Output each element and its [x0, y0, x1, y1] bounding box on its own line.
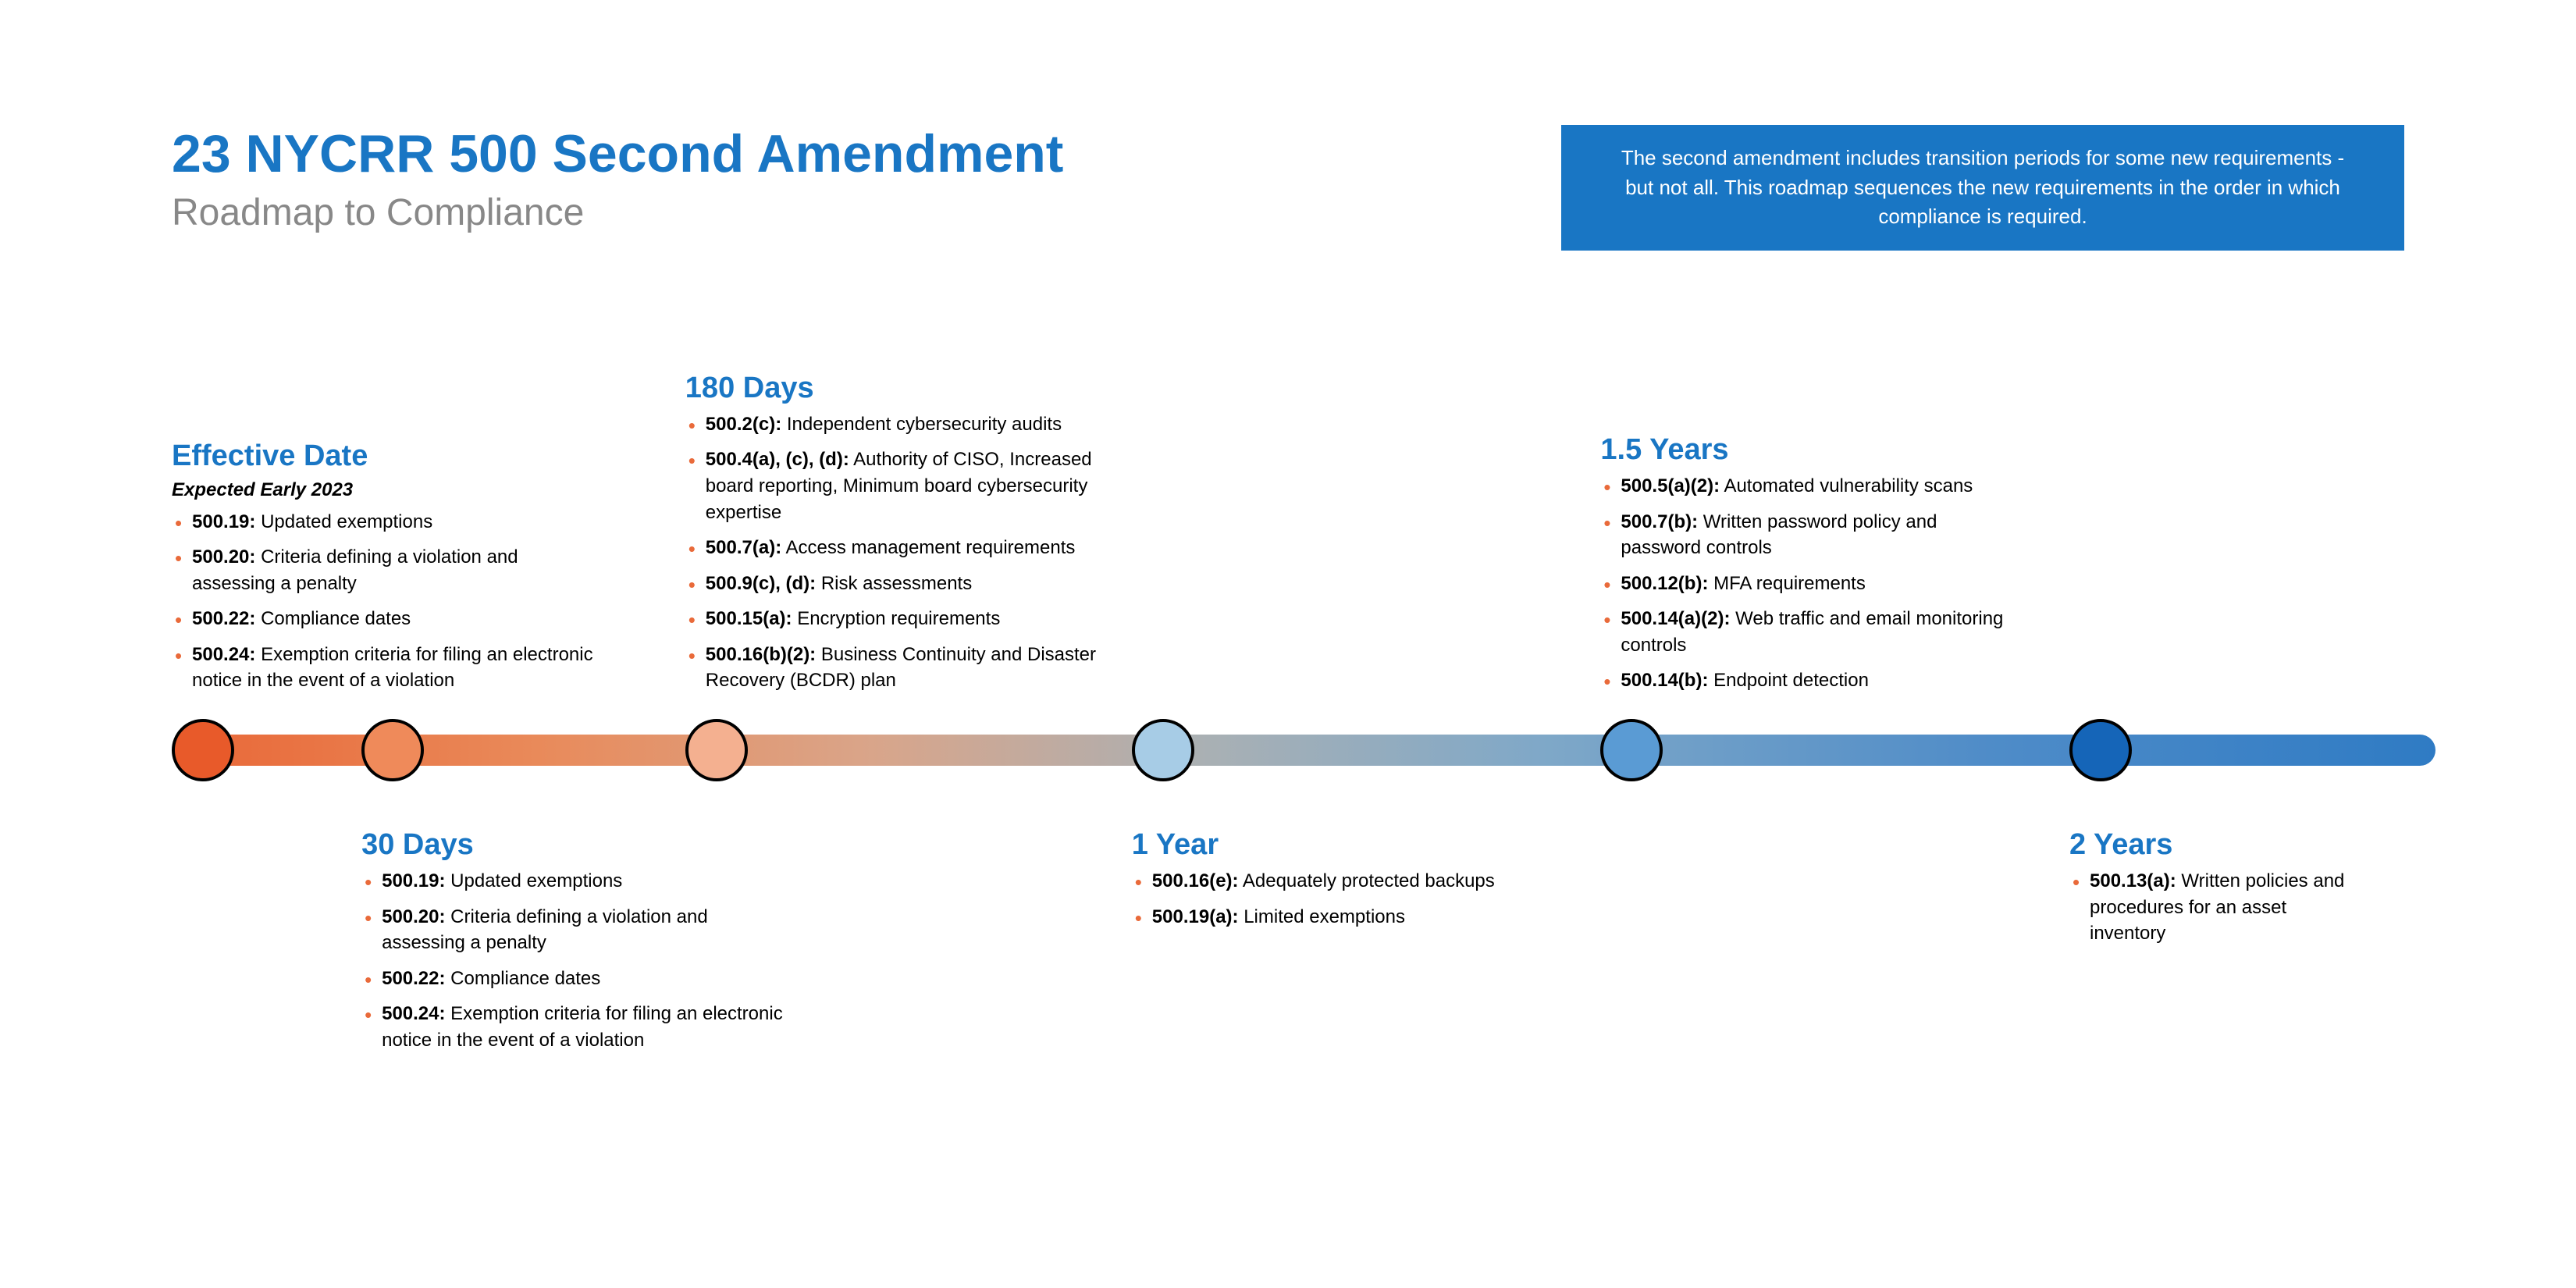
list-item: 500.14(a)(2): Web traffic and email moni… [1600, 606, 2022, 658]
list-item: 500.24: Exemption criteria for filing an… [361, 1001, 783, 1053]
item-text: Independent cybersecurity audits [781, 414, 1062, 435]
item-ref: 500.16(b)(2): [706, 644, 816, 665]
list-item: 500.5(a)(2): Automated vulnerability sca… [1600, 473, 2022, 500]
item-ref: 500.16(e): [1152, 870, 1239, 891]
item-ref: 500.20: [192, 546, 255, 568]
list-item: 500.19(a): Limited exemptions [1132, 904, 1553, 930]
item-ref: 500.20: [382, 906, 445, 927]
list-item: 500.2(c): Independent cybersecurity audi… [685, 411, 1107, 438]
item-text: Updated exemptions [255, 511, 432, 532]
item-text: Risk assessments [816, 573, 972, 594]
milestone-list: 500.13(a): Written policies and procedur… [2069, 868, 2366, 947]
list-item: 500.14(b): Endpoint detection [1600, 667, 2022, 694]
list-item: 500.7(a): Access management requirements [685, 535, 1107, 561]
list-item: 500.15(a): Encryption requirements [685, 606, 1107, 632]
milestone-list: 500.5(a)(2): Automated vulnerability sca… [1600, 473, 2022, 694]
milestone-list: 500.19: Updated exemptions 500.20: Criter… [172, 509, 593, 695]
item-ref: 500.14(b): [1621, 670, 1708, 691]
item-ref: 500.5(a)(2): [1621, 475, 1720, 496]
timeline-circle-2years [2069, 719, 2132, 781]
item-ref: 500.4(a), (c), (d): [706, 449, 849, 470]
list-item: 500.16(e): Adequately protected backups [1132, 868, 1553, 895]
item-ref: 500.24: [192, 644, 255, 665]
roadmap: Effective Date Expected Early 2023 500.19:… [172, 297, 2404, 1203]
timeline-circle-180days [685, 719, 748, 781]
milestone-30days: 30 Days500.19: Updated exemptions500.20:… [361, 828, 783, 1063]
milestone-1.5years: 1.5 Years 500.5(a)(2): Automated vulnerab… [1600, 433, 2022, 703]
list-item: 500.12(b): MFA requirements [1600, 571, 2022, 597]
item-text: Adequately protected backups [1239, 870, 1495, 891]
main-title: 23 NYCRR 500 Second Amendment [172, 125, 1063, 183]
list-item: 500.20: Criteria defining a violation an… [361, 904, 783, 956]
item-ref: 500.19: [192, 511, 255, 532]
item-ref: 500.15(a): [706, 608, 792, 629]
item-text: Compliance dates [446, 968, 601, 989]
item-text: Compliance dates [255, 608, 411, 629]
milestone-effective: Effective Date Expected Early 2023 500.19:… [172, 439, 593, 704]
item-text: Updated exemptions [446, 870, 623, 891]
milestone-title: 180 Days [685, 372, 1107, 405]
info-box: The second amendment includes transition… [1561, 125, 2404, 251]
timeline-circle-effective [172, 719, 234, 781]
milestone-subtitle: Expected Early 2023 [172, 479, 593, 501]
milestone-180days: 180 Days 500.2(c): Independent cybersecur… [685, 372, 1107, 703]
item-text: Endpoint detection [1708, 670, 1869, 691]
item-text: Limited exemptions [1239, 906, 1405, 927]
list-item: 500.16(b)(2): Business Continuity and Di… [685, 642, 1107, 694]
item-ref: 500.24: [382, 1003, 445, 1024]
milestone-title: 2 Years [2069, 828, 2366, 862]
milestone-list: 500.19: Updated exemptions 500.20: Criter… [361, 868, 783, 1054]
timeline-circle-30days [361, 719, 424, 781]
item-ref: 500.19: [382, 870, 445, 891]
item-text: Access management requirements [781, 537, 1075, 558]
item-ref: 500.12(b): [1621, 573, 1708, 594]
list-item: 500.22: Compliance dates [361, 966, 783, 992]
milestone-list: 500.2(c): Independent cybersecurity audi… [685, 411, 1107, 694]
list-item: 500.22: Compliance dates [172, 606, 593, 632]
item-text: Automated vulnerability scans [1720, 475, 1973, 496]
item-text: MFA requirements [1708, 573, 1865, 594]
milestone-title: Effective Date [172, 439, 593, 473]
item-ref: 500.19(a): [1152, 906, 1239, 927]
milestone-title: 1 Year [1132, 828, 1553, 862]
title-block: 23 NYCRR 500 Second Amendment Roadmap to… [172, 125, 1063, 234]
item-ref: 500.13(a): [2090, 870, 2176, 891]
list-item: 500.19: Updated exemptions [172, 509, 593, 535]
list-item: 500.9(c), (d): Risk assessments [685, 571, 1107, 597]
timeline-circle-1year [1132, 719, 1194, 781]
timeline [172, 711, 2404, 789]
milestone-2years: 2 Years 500.13(a): Written policies and p… [2069, 828, 2366, 956]
milestone-1year: 1 Year 500.16(e): Adequately protected ba… [1132, 828, 1553, 939]
item-ref: 500.14(a)(2): [1621, 608, 1730, 629]
item-ref: 500.7(b): [1621, 511, 1698, 532]
milestone-list: 500.16(e): Adequately protected backups5… [1132, 868, 1553, 930]
milestone-title: 30 Days [361, 828, 783, 862]
list-item: 500.4(a), (c), (d): Authority of CISO, I… [685, 447, 1107, 525]
item-ref: 500.2(c): [706, 414, 781, 435]
milestone-title: 1.5 Years [1600, 433, 2022, 467]
milestones-top: Effective Date Expected Early 2023 500.19:… [172, 297, 2404, 703]
subtitle: Roadmap to Compliance [172, 191, 1063, 234]
list-item: 500.19: Updated exemptions [361, 868, 783, 895]
item-ref: 500.22: [382, 968, 445, 989]
list-item: 500.24: Exemption criteria for filing an… [172, 642, 593, 694]
header-row: 23 NYCRR 500 Second Amendment Roadmap to… [172, 125, 2404, 251]
timeline-circle-1.5years [1600, 719, 1663, 781]
list-item: 500.7(b): Written password policy and pa… [1600, 509, 2022, 561]
item-ref: 500.7(a): [706, 537, 781, 558]
list-item: 500.13(a): Written policies and procedur… [2069, 868, 2366, 947]
list-item: 500.20: Criteria defining a violation an… [172, 544, 593, 596]
item-text: Encryption requirements [792, 608, 1001, 629]
milestones-bottom: 30 Days500.19: Updated exemptions500.20:… [172, 828, 2404, 1203]
item-ref: 500.9(c), (d): [706, 573, 816, 594]
item-ref: 500.22: [192, 608, 255, 629]
